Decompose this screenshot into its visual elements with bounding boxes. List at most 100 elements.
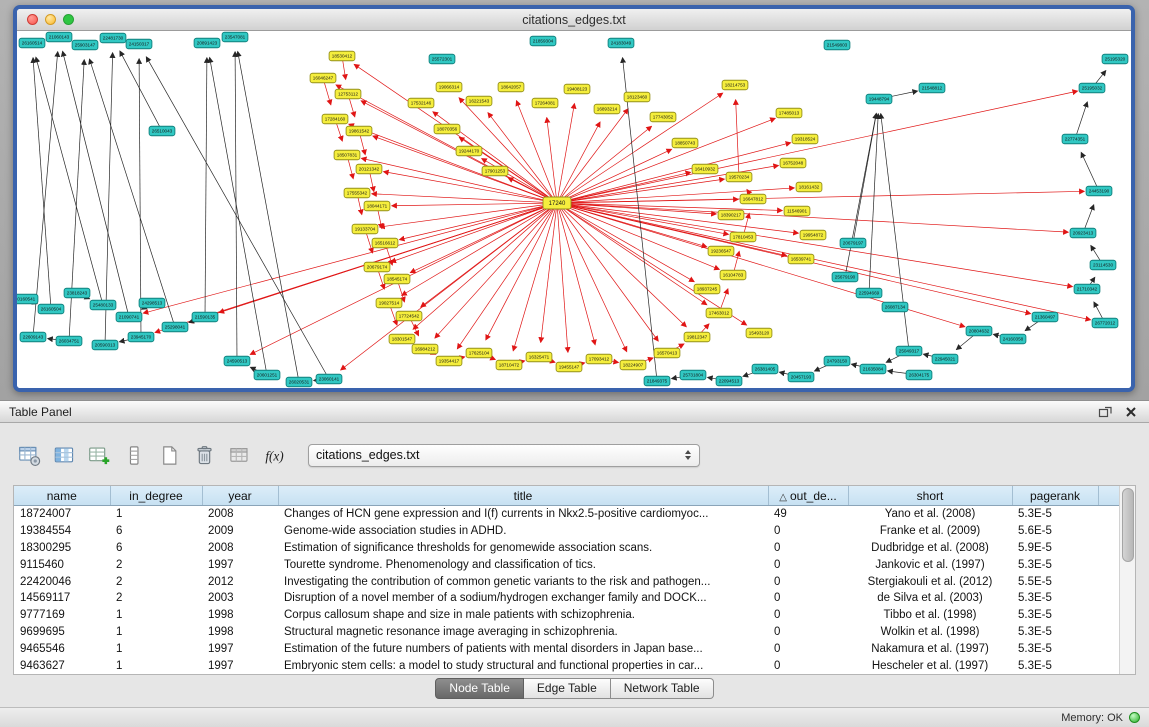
graph-node[interactable]: 19027514 (376, 298, 402, 308)
cell-name[interactable]: 9699695 (14, 624, 110, 641)
graph-node[interactable]: 18070356 (434, 124, 460, 134)
close-panel-icon[interactable] (1122, 404, 1140, 420)
memory-indicator[interactable] (1129, 712, 1140, 723)
new-table-icon[interactable] (156, 442, 183, 468)
graph-node[interactable]: 26304175 (906, 370, 932, 380)
cell-short[interactable]: Dudbridge et al. (2008) (848, 540, 1012, 557)
cell-year[interactable]: 2012 (202, 573, 278, 590)
graph-node[interactable]: 20457193 (788, 372, 814, 382)
graph-node[interactable]: 16046247 (310, 73, 336, 83)
graph-node[interactable]: 21849375 (644, 376, 670, 386)
graph-node[interactable]: 19455147 (556, 362, 582, 372)
graph-node[interactable]: 16516612 (372, 238, 398, 248)
graph-edge[interactable] (869, 114, 878, 293)
graph-edge[interactable] (557, 203, 1072, 287)
column-header-year[interactable]: year (202, 486, 278, 506)
graph-node[interactable]: 18123460 (624, 92, 650, 102)
graph-edge[interactable] (736, 100, 739, 177)
cell-name[interactable]: 18300295 (14, 540, 110, 557)
cell-in-degree[interactable]: 2 (110, 590, 202, 607)
graph-node[interactable]: 24793150 (824, 356, 850, 366)
graph-edge[interactable] (90, 59, 175, 327)
graph-node[interactable]: 19861542 (346, 126, 372, 136)
graph-edge[interactable] (349, 124, 557, 203)
graph-edge[interactable] (486, 203, 557, 340)
graph-node[interactable]: 17625104 (466, 348, 492, 358)
table-row[interactable]: 1938455462009Genome-wide association stu… (14, 523, 1119, 540)
cell-title[interactable]: Estimation of significance thresholds fo… (278, 540, 768, 557)
show-columns-icon[interactable] (51, 442, 78, 468)
graph-node[interactable]: 20601251 (254, 370, 280, 380)
graph-node[interactable]: 26772012 (1092, 318, 1118, 328)
cell-in-degree[interactable]: 1 (110, 607, 202, 624)
cell-short[interactable]: Franke et al. (2009) (848, 523, 1012, 540)
table-row[interactable]: 1456911722003Disruption of a novel membe… (14, 590, 1119, 607)
table-row[interactable]: 946554611997Estimation of the future num… (14, 640, 1119, 657)
graph-node[interactable]: 18224907 (620, 360, 646, 370)
cell-in-degree[interactable]: 6 (110, 540, 202, 557)
function-builder-icon[interactable]: f(x) (261, 442, 288, 468)
graph-node[interactable]: 17532146 (408, 98, 434, 108)
cell-name[interactable]: 9115460 (14, 556, 110, 573)
cell-in-degree[interactable]: 1 (110, 506, 202, 523)
table-mode-icon[interactable] (16, 442, 43, 468)
cell-title[interactable]: Structural magnetic resonance image aver… (278, 624, 768, 641)
cell-title[interactable]: Embryonic stem cells: a model to study s… (278, 657, 768, 674)
graph-edge[interactable] (557, 203, 707, 305)
graph-node[interactable]: 21635084 (860, 364, 886, 374)
cell-in-degree[interactable]: 1 (110, 624, 202, 641)
graph-node[interactable]: 26160504 (38, 304, 64, 314)
graph-node[interactable]: 18642057 (498, 82, 524, 92)
cell-year[interactable]: 1998 (202, 624, 278, 641)
graph-node[interactable]: 25049317 (896, 346, 922, 356)
cell-pagerank[interactable]: 5.3E-5 (1012, 624, 1098, 641)
graph-edge[interactable] (557, 104, 574, 203)
cell-out-de[interactable]: 0 (768, 657, 848, 674)
tab-edge-table[interactable]: Edge Table (524, 678, 611, 699)
graph-node[interactable]: 16752048 (780, 158, 806, 168)
graph-node[interactable]: 23818243 (64, 288, 90, 298)
graph-node[interactable]: 19133704 (352, 224, 378, 234)
table-row[interactable]: 911546021997Tourette syndrome. Phenomeno… (14, 556, 1119, 573)
graph-node[interactable]: 17810453 (730, 232, 756, 242)
graph-node[interactable]: 18530412 (329, 51, 355, 61)
cell-year[interactable]: 2003 (202, 590, 278, 607)
graph-edge[interactable] (139, 59, 141, 337)
graph-node[interactable]: 21360497 (1032, 312, 1058, 322)
graph-node[interactable]: 20160541 (17, 294, 38, 304)
cell-name[interactable]: 9777169 (14, 607, 110, 624)
graph-edge[interactable] (557, 122, 600, 203)
graph-node[interactable]: 19354417 (436, 356, 462, 366)
graph-node[interactable]: 24150317 (126, 39, 152, 49)
cell-out-de[interactable]: 0 (768, 523, 848, 540)
graph-node[interactable]: 17724542 (396, 311, 422, 321)
graph-node[interactable]: 21548812 (919, 83, 945, 93)
graph-node[interactable]: 17463012 (706, 308, 732, 318)
graph-node[interactable]: 19318524 (792, 134, 818, 144)
cell-short[interactable]: Yano et al. (2008) (848, 506, 1012, 523)
graph-node[interactable]: 17901253 (482, 166, 508, 176)
graph-edge[interactable] (336, 85, 557, 203)
graph-edge[interactable] (881, 114, 909, 351)
cell-in-degree[interactable]: 2 (110, 573, 202, 590)
cell-title[interactable]: Corpus callosum shape and size in male p… (278, 607, 768, 624)
graph-node[interactable]: 17485013 (776, 108, 802, 118)
table-row[interactable]: 1872400712008Changes of HCN gene express… (14, 506, 1119, 523)
graph-node[interactable]: 22774351 (1062, 134, 1088, 144)
cell-short[interactable]: Wolkin et al. (1998) (848, 624, 1012, 641)
graph-node[interactable]: 18214753 (722, 80, 748, 90)
cell-title[interactable]: Genome-wide association studies in ADHD. (278, 523, 768, 540)
graph-edge[interactable] (36, 57, 103, 305)
graph-node[interactable]: 26160514 (19, 38, 45, 48)
graph-node[interactable]: 18301547 (389, 334, 415, 344)
graph-node[interactable]: 16893214 (594, 104, 620, 114)
graph-node[interactable]: 19236547 (708, 246, 734, 256)
table-scrollbar-thumb[interactable] (1122, 488, 1134, 562)
graph-edge[interactable] (120, 51, 162, 131)
import-table-icon[interactable] (226, 442, 253, 468)
graph-node[interactable]: 26381405 (752, 364, 778, 374)
cell-out-de[interactable]: 49 (768, 506, 848, 523)
cell-year[interactable]: 2008 (202, 540, 278, 557)
graph-node[interactable]: 22945021 (932, 354, 958, 364)
graph-node[interactable]: 21090741 (116, 312, 142, 322)
